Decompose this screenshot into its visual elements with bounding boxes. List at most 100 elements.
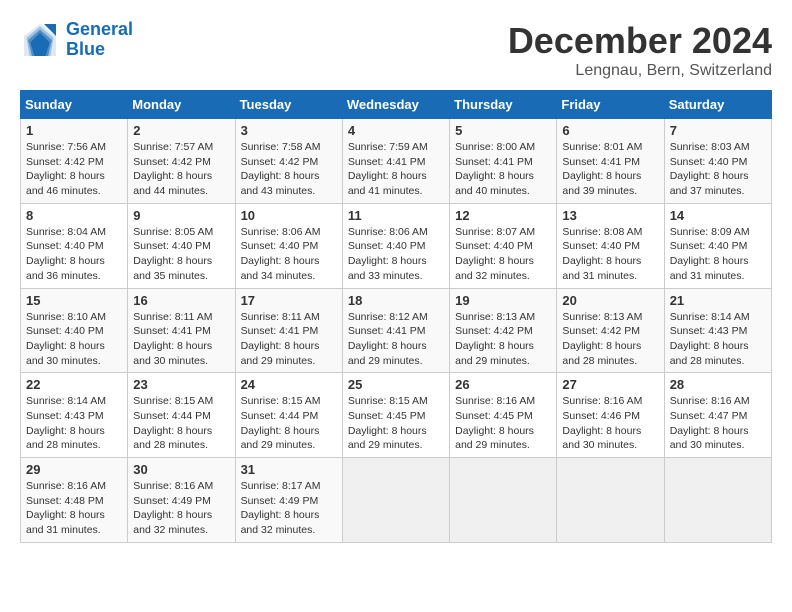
weekday-header-sunday: Sunday	[21, 91, 128, 119]
logo-line1: General	[66, 19, 133, 39]
calendar-cell: 25 Sunrise: 8:15 AM Sunset: 4:45 PM Dayl…	[342, 373, 449, 458]
day-number: 31	[241, 462, 337, 477]
weekday-header-saturday: Saturday	[664, 91, 771, 119]
day-info: Sunrise: 8:06 AM Sunset: 4:40 PM Dayligh…	[241, 226, 321, 282]
header: General Blue December 2024 Lengnau, Bern…	[20, 20, 772, 80]
day-info: Sunrise: 8:11 AM Sunset: 4:41 PM Dayligh…	[133, 311, 212, 367]
calendar-cell: 4 Sunrise: 7:59 AM Sunset: 4:41 PM Dayli…	[342, 119, 449, 204]
day-number: 14	[670, 208, 766, 223]
day-info: Sunrise: 8:13 AM Sunset: 4:42 PM Dayligh…	[455, 311, 535, 367]
calendar-week-3: 15 Sunrise: 8:10 AM Sunset: 4:40 PM Dayl…	[21, 288, 772, 373]
day-info: Sunrise: 8:16 AM Sunset: 4:47 PM Dayligh…	[670, 395, 750, 451]
calendar-cell: 30 Sunrise: 8:16 AM Sunset: 4:49 PM Dayl…	[128, 458, 235, 543]
day-number: 16	[133, 293, 229, 308]
weekday-header-monday: Monday	[128, 91, 235, 119]
title-area: December 2024 Lengnau, Bern, Switzerland	[508, 20, 772, 80]
calendar-cell	[664, 458, 771, 543]
calendar-cell: 6 Sunrise: 8:01 AM Sunset: 4:41 PM Dayli…	[557, 119, 664, 204]
calendar-cell: 11 Sunrise: 8:06 AM Sunset: 4:40 PM Dayl…	[342, 203, 449, 288]
day-number: 18	[348, 293, 444, 308]
day-info: Sunrise: 8:15 AM Sunset: 4:45 PM Dayligh…	[348, 395, 428, 451]
calendar-table: SundayMondayTuesdayWednesdayThursdayFrid…	[20, 90, 772, 543]
calendar-cell: 5 Sunrise: 8:00 AM Sunset: 4:41 PM Dayli…	[450, 119, 557, 204]
day-number: 21	[670, 293, 766, 308]
calendar-cell: 24 Sunrise: 8:15 AM Sunset: 4:44 PM Dayl…	[235, 373, 342, 458]
day-number: 15	[26, 293, 122, 308]
calendar-cell: 15 Sunrise: 8:10 AM Sunset: 4:40 PM Dayl…	[21, 288, 128, 373]
calendar-cell: 19 Sunrise: 8:13 AM Sunset: 4:42 PM Dayl…	[450, 288, 557, 373]
location: Lengnau, Bern, Switzerland	[508, 62, 772, 80]
day-info: Sunrise: 8:03 AM Sunset: 4:40 PM Dayligh…	[670, 141, 750, 197]
calendar-cell: 7 Sunrise: 8:03 AM Sunset: 4:40 PM Dayli…	[664, 119, 771, 204]
calendar-cell: 14 Sunrise: 8:09 AM Sunset: 4:40 PM Dayl…	[664, 203, 771, 288]
weekday-header-row: SundayMondayTuesdayWednesdayThursdayFrid…	[21, 91, 772, 119]
calendar-cell	[557, 458, 664, 543]
calendar-week-5: 29 Sunrise: 8:16 AM Sunset: 4:48 PM Dayl…	[21, 458, 772, 543]
day-number: 24	[241, 377, 337, 392]
day-number: 27	[562, 377, 658, 392]
logo-icon	[20, 20, 60, 60]
day-number: 20	[562, 293, 658, 308]
day-info: Sunrise: 7:59 AM Sunset: 4:41 PM Dayligh…	[348, 141, 428, 197]
day-info: Sunrise: 8:01 AM Sunset: 4:41 PM Dayligh…	[562, 141, 642, 197]
day-info: Sunrise: 8:04 AM Sunset: 4:40 PM Dayligh…	[26, 226, 106, 282]
day-number: 23	[133, 377, 229, 392]
day-info: Sunrise: 8:00 AM Sunset: 4:41 PM Dayligh…	[455, 141, 535, 197]
day-info: Sunrise: 8:15 AM Sunset: 4:44 PM Dayligh…	[241, 395, 321, 451]
calendar-week-4: 22 Sunrise: 8:14 AM Sunset: 4:43 PM Dayl…	[21, 373, 772, 458]
day-number: 8	[26, 208, 122, 223]
month-title: December 2024	[508, 20, 772, 62]
day-number: 17	[241, 293, 337, 308]
day-info: Sunrise: 8:05 AM Sunset: 4:40 PM Dayligh…	[133, 226, 213, 282]
day-number: 7	[670, 123, 766, 138]
day-info: Sunrise: 8:11 AM Sunset: 4:41 PM Dayligh…	[241, 311, 320, 367]
day-number: 11	[348, 208, 444, 223]
day-info: Sunrise: 7:56 AM Sunset: 4:42 PM Dayligh…	[26, 141, 106, 197]
calendar-cell: 17 Sunrise: 8:11 AM Sunset: 4:41 PM Dayl…	[235, 288, 342, 373]
day-info: Sunrise: 8:16 AM Sunset: 4:49 PM Dayligh…	[133, 480, 213, 536]
logo-text: General Blue	[66, 20, 133, 60]
day-number: 25	[348, 377, 444, 392]
day-number: 30	[133, 462, 229, 477]
calendar-cell: 31 Sunrise: 8:17 AM Sunset: 4:49 PM Dayl…	[235, 458, 342, 543]
day-number: 2	[133, 123, 229, 138]
day-number: 13	[562, 208, 658, 223]
calendar-cell: 9 Sunrise: 8:05 AM Sunset: 4:40 PM Dayli…	[128, 203, 235, 288]
day-info: Sunrise: 8:14 AM Sunset: 4:43 PM Dayligh…	[670, 311, 750, 367]
weekday-header-friday: Friday	[557, 91, 664, 119]
day-number: 1	[26, 123, 122, 138]
day-info: Sunrise: 8:17 AM Sunset: 4:49 PM Dayligh…	[241, 480, 321, 536]
day-info: Sunrise: 8:09 AM Sunset: 4:40 PM Dayligh…	[670, 226, 750, 282]
calendar-cell	[342, 458, 449, 543]
day-info: Sunrise: 8:15 AM Sunset: 4:44 PM Dayligh…	[133, 395, 213, 451]
weekday-header-wednesday: Wednesday	[342, 91, 449, 119]
day-number: 12	[455, 208, 551, 223]
calendar-cell: 16 Sunrise: 8:11 AM Sunset: 4:41 PM Dayl…	[128, 288, 235, 373]
day-info: Sunrise: 8:16 AM Sunset: 4:48 PM Dayligh…	[26, 480, 106, 536]
day-info: Sunrise: 7:58 AM Sunset: 4:42 PM Dayligh…	[241, 141, 321, 197]
calendar-cell: 2 Sunrise: 7:57 AM Sunset: 4:42 PM Dayli…	[128, 119, 235, 204]
calendar-week-1: 1 Sunrise: 7:56 AM Sunset: 4:42 PM Dayli…	[21, 119, 772, 204]
logo-line2: Blue	[66, 39, 105, 59]
day-number: 5	[455, 123, 551, 138]
weekday-header-tuesday: Tuesday	[235, 91, 342, 119]
calendar-cell: 18 Sunrise: 8:12 AM Sunset: 4:41 PM Dayl…	[342, 288, 449, 373]
calendar-cell: 3 Sunrise: 7:58 AM Sunset: 4:42 PM Dayli…	[235, 119, 342, 204]
day-number: 4	[348, 123, 444, 138]
day-number: 3	[241, 123, 337, 138]
calendar-cell: 26 Sunrise: 8:16 AM Sunset: 4:45 PM Dayl…	[450, 373, 557, 458]
day-number: 6	[562, 123, 658, 138]
day-info: Sunrise: 8:12 AM Sunset: 4:41 PM Dayligh…	[348, 311, 428, 367]
day-info: Sunrise: 8:16 AM Sunset: 4:45 PM Dayligh…	[455, 395, 535, 451]
day-info: Sunrise: 8:16 AM Sunset: 4:46 PM Dayligh…	[562, 395, 642, 451]
day-info: Sunrise: 8:14 AM Sunset: 4:43 PM Dayligh…	[26, 395, 106, 451]
day-info: Sunrise: 8:07 AM Sunset: 4:40 PM Dayligh…	[455, 226, 535, 282]
day-number: 28	[670, 377, 766, 392]
calendar-cell: 21 Sunrise: 8:14 AM Sunset: 4:43 PM Dayl…	[664, 288, 771, 373]
calendar-cell: 1 Sunrise: 7:56 AM Sunset: 4:42 PM Dayli…	[21, 119, 128, 204]
calendar-cell: 13 Sunrise: 8:08 AM Sunset: 4:40 PM Dayl…	[557, 203, 664, 288]
calendar-cell: 12 Sunrise: 8:07 AM Sunset: 4:40 PM Dayl…	[450, 203, 557, 288]
day-info: Sunrise: 8:10 AM Sunset: 4:40 PM Dayligh…	[26, 311, 106, 367]
day-number: 9	[133, 208, 229, 223]
calendar-week-2: 8 Sunrise: 8:04 AM Sunset: 4:40 PM Dayli…	[21, 203, 772, 288]
